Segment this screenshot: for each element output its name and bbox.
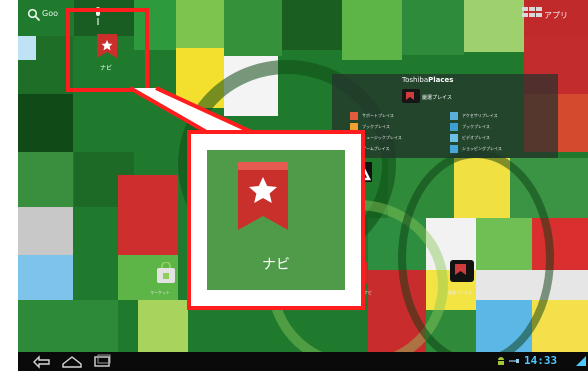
place-item-label: ミュージックプレイス <box>362 135 402 140</box>
featured-places-icon <box>450 260 474 282</box>
usb-icon <box>509 359 519 363</box>
featured-places-icon <box>402 89 420 103</box>
place-icon <box>350 112 358 120</box>
widget-title: ToshibaPlaces <box>402 76 453 84</box>
widget-title-suffix: Places <box>428 76 454 84</box>
apps-button[interactable]: アプリ <box>514 4 586 26</box>
wifi-icon <box>576 356 586 366</box>
toshiba-places-widget[interactable]: ToshibaPlaces 厳選プレイス サポートプレイス ブックプレイス ミュ… <box>332 74 558 158</box>
place-item-label: ブックプレイス <box>362 124 390 129</box>
place-icon <box>450 134 458 142</box>
place-icon <box>450 145 458 153</box>
featured-places-label: 厳選プレイス <box>422 95 452 101</box>
home-shortcut-label: マーケット <box>150 290 170 295</box>
highlight-box-navi <box>66 8 149 92</box>
home-shortcut-label: ナビ <box>364 290 372 295</box>
android-icon <box>498 357 504 365</box>
screen: Goo アプリ ナビ ToshibaPlaces 厳選プレイス サポートプレイス… <box>0 0 588 371</box>
system-bar: 14:33 <box>18 352 588 371</box>
apps-label: アプリ <box>544 11 568 20</box>
callout-zoom-panel: ナビ <box>187 130 365 310</box>
place-item-label: ゲームプレイス <box>362 146 390 151</box>
place-item-label: ショッピングプレイス <box>462 146 502 151</box>
home-icon[interactable] <box>60 354 84 369</box>
featured-places-button[interactable]: 厳選プレイス <box>398 87 518 107</box>
place-item-label: ビデオプレイス <box>462 135 490 140</box>
search-icon[interactable] <box>27 8 41 22</box>
tablet-home-screen: Goo アプリ ナビ ToshibaPlaces 厳選プレイス サポートプレイス… <box>18 0 588 371</box>
apps-grid-icon <box>522 7 542 17</box>
recent-apps-icon[interactable] <box>90 354 114 369</box>
clock: 14:33 <box>524 354 558 367</box>
callout-navi-label: ナビ <box>262 257 290 273</box>
navi-star-ribbon-icon[interactable] <box>234 162 292 230</box>
place-item-label: ブックプレイス <box>462 124 490 129</box>
widget-title-brand: Toshiba <box>402 76 429 84</box>
home-shortcut-label: 厳選プレイス <box>448 290 472 295</box>
place-icon <box>450 112 458 120</box>
callout-navi-preview: ナビ <box>207 150 345 290</box>
place-item-label: アクセサリプレイス <box>462 113 498 118</box>
search-label[interactable]: Goo <box>42 9 58 18</box>
place-item-label: サポートプレイス <box>362 113 394 118</box>
back-icon[interactable] <box>30 354 54 369</box>
place-icon <box>450 123 458 131</box>
market-bag-icon <box>157 262 175 283</box>
